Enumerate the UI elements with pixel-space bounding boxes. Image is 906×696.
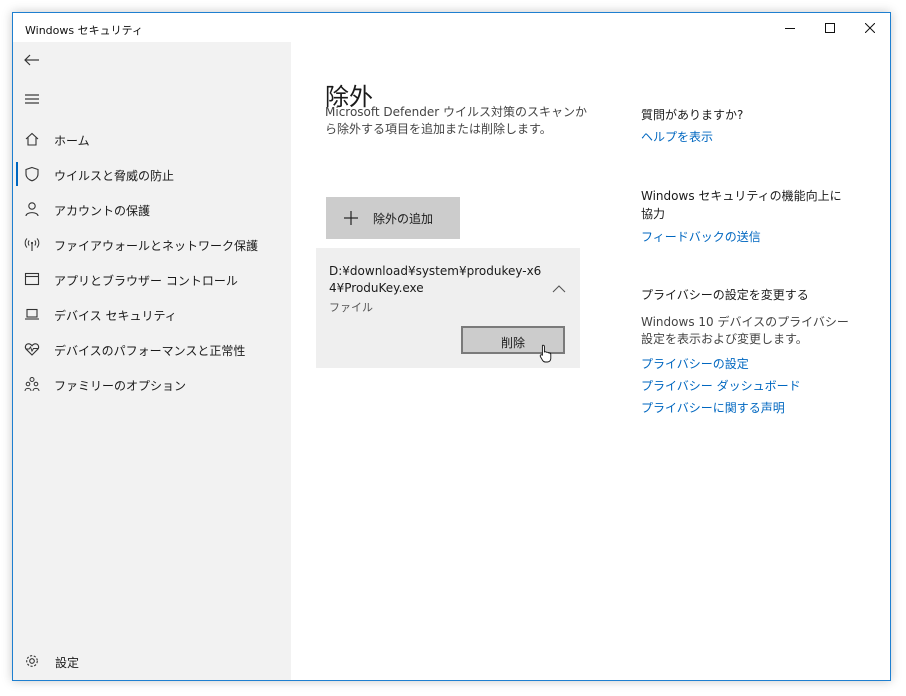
sidebar-item-label: ファミリーのオプション	[54, 379, 187, 393]
gear-icon	[24, 653, 40, 669]
active-indicator	[16, 162, 18, 186]
maximize-icon	[825, 22, 835, 33]
sidebar-item-app-browser-control[interactable]: アプリとブラウザー コントロール	[13, 264, 291, 294]
settings-label: 設定	[55, 656, 80, 670]
family-icon	[24, 376, 40, 392]
sidebar-item-label: デバイスのパフォーマンスと正常性	[54, 344, 246, 358]
sidebar-item-home[interactable]: ホーム	[13, 124, 291, 154]
chevron-up-icon[interactable]	[551, 280, 567, 293]
minimize-button[interactable]	[770, 13, 810, 42]
close-button[interactable]	[850, 13, 890, 42]
help-link[interactable]: ヘルプを表示	[641, 128, 713, 145]
browser-window-icon	[24, 271, 40, 287]
back-button[interactable]	[21, 49, 43, 71]
laptop-icon	[24, 306, 40, 322]
sidebar-item-label: ウイルスと脅威の防止	[54, 169, 175, 183]
page-description: Microsoft Defender ウイルス対策のスキャンから除外する項目を追…	[325, 105, 588, 136]
hand-pointer-icon	[539, 344, 553, 364]
heart-pulse-icon	[24, 341, 40, 357]
feedback-link[interactable]: フィードバックの送信	[641, 228, 761, 245]
sidebar-item-firewall[interactable]: ファイアウォールとネットワーク保護	[13, 229, 291, 259]
privacy-settings-link[interactable]: プライバシーの設定	[641, 355, 749, 372]
sidebar: ホーム ウイルスと脅威の防止 アカウントの保護 ファイアウォールとネットワーク保…	[13, 42, 291, 680]
privacy-statement-link[interactable]: プライバシーに関する声明	[641, 399, 785, 416]
sidebar-item-settings[interactable]: 設定	[13, 646, 291, 676]
close-icon	[865, 22, 875, 33]
add-exclusion-label: 除外の追加	[373, 212, 434, 226]
sidebar-item-label: アカウントの保護	[54, 204, 151, 218]
sidebar-item-device-security[interactable]: デバイス セキュリティ	[13, 299, 291, 329]
app-window: Windows セキュリティ ホーム ウイルスと脅威の防止 アカウントの保護 フ…	[12, 12, 891, 681]
exclusion-path: D:¥download¥system¥produkey-x64¥ProduKey…	[329, 264, 542, 295]
maximize-button[interactable]	[810, 13, 850, 42]
sidebar-item-family-options[interactable]: ファミリーのオプション	[13, 369, 291, 399]
minimize-icon	[785, 27, 795, 29]
privacy-description: Windows 10 デバイスのプライバシー設定を表示および変更します。	[641, 315, 849, 346]
privacy-heading: プライバシーの設定を変更する	[641, 288, 809, 302]
hamburger-menu-button[interactable]	[21, 88, 43, 110]
title-bar[interactable]: Windows セキュリティ	[13, 13, 890, 42]
feedback-heading: Windows セキュリティの機能向上に協力	[641, 189, 842, 221]
sidebar-item-device-performance[interactable]: デバイスのパフォーマンスと正常性	[13, 334, 291, 364]
sidebar-item-account-protection[interactable]: アカウントの保護	[13, 194, 291, 224]
back-arrow-icon	[24, 54, 39, 66]
help-heading: 質問がありますか?	[641, 108, 744, 122]
sidebar-item-label: アプリとブラウザー コントロール	[54, 274, 238, 288]
shield-icon	[24, 166, 40, 182]
sidebar-item-virus-protection[interactable]: ウイルスと脅威の防止	[13, 159, 291, 189]
exclusion-item[interactable]: D:¥download¥system¥produkey-x64¥ProduKey…	[316, 248, 580, 368]
plus-icon	[344, 210, 358, 225]
home-icon	[24, 131, 40, 147]
privacy-dashboard-link[interactable]: プライバシー ダッシュボード	[641, 377, 801, 394]
hamburger-icon	[25, 94, 39, 104]
sidebar-item-label: ホーム	[54, 134, 90, 148]
person-icon	[24, 201, 40, 217]
exclusion-type: ファイル	[329, 301, 373, 314]
window-title: Windows セキュリティ	[25, 24, 143, 37]
sidebar-item-label: ファイアウォールとネットワーク保護	[54, 239, 259, 253]
sidebar-item-label: デバイス セキュリティ	[54, 309, 177, 323]
wifi-signal-icon	[24, 236, 40, 252]
add-exclusion-button[interactable]: 除外の追加	[326, 197, 460, 239]
